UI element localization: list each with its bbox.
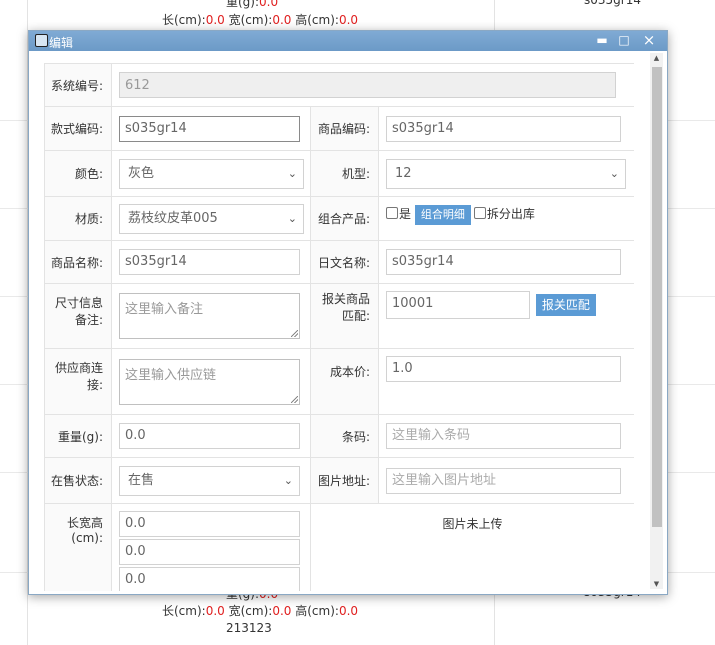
product-code-label: 商品编码: bbox=[310, 106, 379, 151]
cost-label: 成本价: bbox=[310, 348, 379, 415]
form-row: 长宽高(cm): 0.0 0.0 0.0 图片未上传 bbox=[44, 503, 634, 591]
scroll-down-arrow-icon[interactable]: ▼ bbox=[650, 579, 663, 589]
combo-yes-label: 是 bbox=[399, 207, 412, 221]
model-select[interactable]: 12 ⌄ bbox=[386, 158, 626, 189]
size-note-textarea[interactable]: 这里输入备注 bbox=[119, 293, 300, 339]
customs-match-button[interactable]: 报关匹配 bbox=[535, 294, 596, 316]
resize-handle-icon[interactable] bbox=[291, 330, 298, 337]
bg-number: 213123 bbox=[226, 621, 272, 635]
sale-status-label: 在售状态: bbox=[44, 457, 112, 504]
chevron-down-icon: ⌄ bbox=[287, 166, 297, 180]
chevron-down-icon: ⌄ bbox=[287, 211, 297, 225]
barcode-label: 条码: bbox=[310, 414, 379, 458]
dialog-titlebar[interactable]: 编辑 ▬ □ × bbox=[29, 31, 667, 51]
form-row: 系统编号: 612 bbox=[44, 63, 634, 107]
style-code-label: 款式编码: bbox=[44, 106, 112, 151]
vertical-scrollbar[interactable]: ▲ ▼ bbox=[650, 53, 663, 589]
material-label: 材质: bbox=[44, 196, 112, 241]
minimize-button[interactable]: ▬ bbox=[594, 32, 610, 48]
bg-dimensions: 长(cm):0.0 宽(cm):0.0 高(cm):0.0 bbox=[162, 13, 359, 27]
combo-label: 组合产品: bbox=[310, 196, 379, 241]
split-outbound-label: 拆分出库 bbox=[486, 207, 535, 221]
color-label: 颜色: bbox=[44, 150, 112, 197]
window-icon bbox=[35, 34, 48, 47]
chevron-down-icon: ⌄ bbox=[609, 166, 619, 180]
combo-detail-button[interactable]: 组合明细 bbox=[414, 205, 471, 225]
system-id-field[interactable]: 612 bbox=[119, 72, 616, 98]
bg-code: s035gr14 bbox=[584, 0, 641, 7]
image-url-label: 图片地址: bbox=[310, 457, 379, 504]
scroll-thumb[interactable] bbox=[652, 67, 662, 527]
combo-yes-checkbox[interactable] bbox=[386, 207, 398, 219]
bg-weight: 重(g):0.0 bbox=[226, 0, 279, 9]
chevron-down-icon: ⌄ bbox=[283, 473, 293, 487]
form-scroll-area: 系统编号: 612 款式编码: s035gr14 商品编码: s035gr14 … bbox=[44, 63, 634, 591]
dialog-title: 编辑 bbox=[49, 36, 74, 50]
maximize-button[interactable]: □ bbox=[616, 32, 632, 48]
height-input[interactable]: 0.0 bbox=[119, 567, 300, 591]
weight-label: 重量(g): bbox=[44, 414, 112, 458]
cost-input[interactable]: 1.0 bbox=[386, 356, 621, 382]
width-input[interactable]: 0.0 bbox=[119, 539, 300, 565]
form-row: 供应商连接: 这里输入供应链 成本价: 1.0 bbox=[44, 348, 634, 415]
product-name-label: 商品名称: bbox=[44, 240, 112, 284]
sale-status-select[interactable]: 在售 ⌄ bbox=[119, 465, 300, 496]
split-outbound-checkbox[interactable] bbox=[473, 207, 486, 219]
bg-dimensions: 长(cm):0.0 宽(cm):0.0 高(cm):0.0 bbox=[162, 604, 359, 618]
model-label: 机型: bbox=[310, 150, 379, 197]
customs-label: 报关商品匹配: bbox=[310, 283, 379, 349]
image-status-text: 图片未上传 bbox=[442, 517, 503, 531]
form-row: 尺寸信息备注: 这里输入备注 报关商品匹配: 10001 报关匹配 bbox=[44, 283, 634, 349]
supplier-label: 供应商连接: bbox=[44, 348, 112, 415]
system-id-label: 系统编号: bbox=[44, 63, 112, 107]
form-row: 重量(g): 0.0 条码: 这里输入条码 bbox=[44, 414, 634, 458]
image-url-input[interactable]: 这里输入图片地址 bbox=[386, 467, 621, 494]
customs-input[interactable]: 10001 bbox=[386, 291, 530, 319]
weight-input[interactable]: 0.0 bbox=[119, 423, 300, 449]
product-name-input[interactable]: s035gr14 bbox=[119, 249, 300, 275]
form-row: 在售状态: 在售 ⌄ 图片地址: 这里输入图片地址 bbox=[44, 457, 634, 504]
style-code-input[interactable]: s035gr14 bbox=[119, 115, 300, 142]
scroll-up-arrow-icon[interactable]: ▲ bbox=[650, 53, 663, 63]
length-input[interactable]: 0.0 bbox=[119, 511, 300, 537]
form-row: 款式编码: s035gr14 商品编码: s035gr14 bbox=[44, 106, 634, 151]
jp-name-input[interactable]: s035gr14 bbox=[386, 249, 621, 275]
dimensions-label: 长宽高(cm): bbox=[44, 503, 112, 591]
form-row: 材质: 荔枝纹皮革005 ⌄ 组合产品: 是 组合明细 拆分出库 bbox=[44, 196, 634, 241]
form-row: 商品名称: s035gr14 日文名称: s035gr14 bbox=[44, 240, 634, 284]
supplier-textarea[interactable]: 这里输入供应链 bbox=[119, 358, 300, 405]
jp-name-label: 日文名称: bbox=[310, 240, 379, 284]
form-row: 颜色: 灰色 ⌄ 机型: 12 ⌄ bbox=[44, 150, 634, 197]
edit-dialog: 编辑 ▬ □ × 系统编号: 612 款式编码: s035gr14 商品编码: … bbox=[28, 30, 668, 595]
color-select[interactable]: 灰色 ⌄ bbox=[119, 158, 304, 189]
barcode-input[interactable]: 这里输入条码 bbox=[386, 423, 621, 449]
size-note-label: 尺寸信息备注: bbox=[44, 283, 112, 349]
product-code-input[interactable]: s035gr14 bbox=[386, 115, 621, 142]
resize-handle-icon[interactable] bbox=[291, 395, 298, 403]
close-button[interactable]: × bbox=[641, 32, 657, 48]
material-select[interactable]: 荔枝纹皮革005 ⌄ bbox=[119, 203, 304, 234]
edit-form: 系统编号: 612 款式编码: s035gr14 商品编码: s035gr14 … bbox=[44, 63, 634, 591]
